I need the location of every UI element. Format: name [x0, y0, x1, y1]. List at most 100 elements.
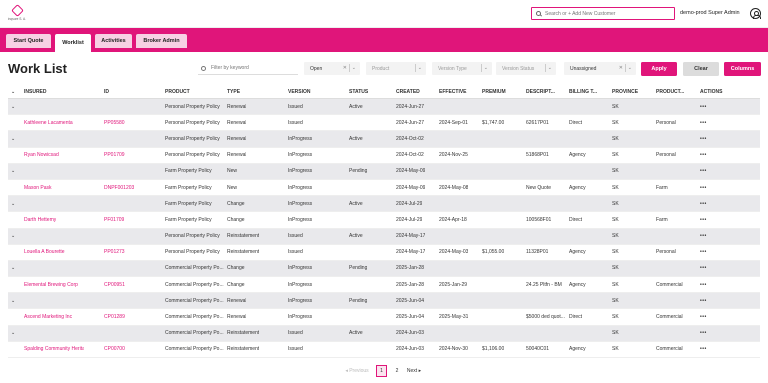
- col-product-line[interactable]: PRODUCT...: [656, 89, 684, 95]
- cell-type: Change: [227, 265, 245, 272]
- cell-premium: $1,055.00: [482, 249, 505, 256]
- expand-row-icon[interactable]: ⌄: [11, 330, 15, 336]
- clear-button[interactable]: Clear: [683, 62, 719, 76]
- page-2-button[interactable]: 2: [392, 365, 402, 377]
- user-name[interactable]: demo-prod Super Admin: [680, 10, 740, 16]
- tab-activities[interactable]: Activities: [95, 34, 132, 48]
- col-status[interactable]: STATUS: [349, 89, 368, 95]
- previous-page-button[interactable]: ◂ Previous: [340, 365, 374, 377]
- col-type[interactable]: TYPE: [227, 89, 240, 95]
- row-actions-menu[interactable]: •••: [700, 265, 707, 271]
- row-actions-menu[interactable]: •••: [700, 314, 707, 320]
- col-effective[interactable]: EFFECTIVE: [439, 89, 467, 95]
- table-row[interactable]: Spalding Community Heritage C... CP00700 C…: [8, 342, 760, 358]
- cell-id[interactable]: CP01289: [104, 314, 125, 320]
- product-filter-select[interactable]: Product ⌄: [366, 62, 426, 75]
- row-actions-menu[interactable]: •••: [700, 217, 707, 223]
- col-premium[interactable]: PREMIUM: [482, 89, 506, 95]
- col-product[interactable]: PRODUCT: [165, 89, 190, 95]
- row-actions-menu[interactable]: •••: [700, 330, 707, 336]
- table-row[interactable]: Ryan Nowicsad PP01709 Personal Property Po…: [8, 148, 760, 164]
- row-actions-menu[interactable]: •••: [700, 152, 707, 158]
- version-row[interactable]: ⌄ Farm Property Policy New InProgress Pendin…: [8, 163, 760, 180]
- row-actions-menu[interactable]: •••: [700, 168, 707, 174]
- version-status-filter-select[interactable]: Version Status ⌄: [496, 62, 556, 75]
- columns-button[interactable]: Columns: [724, 62, 761, 76]
- tab-broker-admin[interactable]: Broker Admin: [136, 34, 187, 48]
- cell-id[interactable]: PP01709: [104, 152, 125, 158]
- table-row[interactable]: Kathleene Lacamenta PP05580 Personal Prope…: [8, 115, 760, 132]
- row-actions-menu[interactable]: •••: [700, 346, 707, 352]
- cell-id[interactable]: PP01273: [104, 249, 125, 255]
- col-province[interactable]: PROVINCE: [612, 89, 638, 95]
- version-row[interactable]: ⌄ Personal Property Policy Renewal InProgre…: [8, 131, 760, 148]
- version-row[interactable]: ⌄ Commercial Property Po... Renewal InProgr…: [8, 293, 760, 310]
- version-row[interactable]: ⌄ Personal Property Policy Renewal Issued Ac…: [8, 99, 760, 116]
- row-actions-menu[interactable]: •••: [700, 298, 707, 304]
- expand-row-icon[interactable]: ⌄: [11, 104, 15, 110]
- page-1-button[interactable]: 1: [376, 365, 387, 377]
- row-actions-menu[interactable]: •••: [700, 201, 707, 207]
- user-avatar-icon[interactable]: [750, 8, 761, 19]
- clear-icon[interactable]: ✕: [343, 65, 347, 71]
- cell-product: Farm Property Policy: [165, 200, 212, 207]
- customer-search[interactable]: [531, 7, 675, 20]
- version-row[interactable]: ⌄ Personal Property Policy Reinstatement Is…: [8, 228, 760, 245]
- status-filter-select[interactable]: Open ✕ ⌄: [304, 62, 360, 75]
- col-created[interactable]: CREATED: [396, 89, 420, 95]
- cell-product: Commercial Property Po...: [165, 314, 224, 321]
- row-actions-menu[interactable]: •••: [700, 249, 707, 255]
- cell-insured[interactable]: Louella A Bourette: [24, 249, 65, 255]
- version-row[interactable]: ⌄ Commercial Property Po... Change InProgre…: [8, 260, 760, 278]
- expand-row-icon[interactable]: ⌄: [11, 136, 15, 142]
- row-actions-menu[interactable]: •••: [700, 185, 707, 191]
- cell-id[interactable]: PP05580: [104, 120, 125, 126]
- app-logo[interactable]: inqsure S. A.: [8, 4, 26, 23]
- cell-insured[interactable]: Ascend Marketing Inc: [24, 314, 72, 320]
- row-actions-menu[interactable]: •••: [700, 120, 707, 126]
- col-version[interactable]: VERSION: [288, 89, 311, 95]
- expand-row-icon[interactable]: ⌄: [11, 233, 15, 239]
- cell-insured[interactable]: Spalding Community Heritage C...: [24, 346, 84, 352]
- next-page-button[interactable]: Next ▸: [403, 365, 425, 377]
- expand-row-icon[interactable]: ⌄: [11, 265, 15, 271]
- apply-button[interactable]: Apply: [641, 62, 677, 76]
- version-row[interactable]: ⌄ Commercial Property Po... Reinstatement I…: [8, 325, 760, 342]
- col-actions: ACTIONS: [700, 88, 723, 95]
- tab-start-quote[interactable]: Start Quote: [6, 34, 51, 48]
- table-row[interactable]: Mason Pask DNPF001203 Farm Property Policy…: [8, 180, 760, 197]
- clear-icon[interactable]: ✕: [619, 65, 623, 71]
- keyword-filter[interactable]: [198, 62, 298, 75]
- cell-id[interactable]: CP00700: [104, 346, 125, 352]
- row-actions-menu[interactable]: •••: [700, 104, 707, 110]
- col-billing-type[interactable]: BILLING T...: [569, 89, 597, 95]
- cell-id[interactable]: PF01709: [104, 217, 124, 223]
- expand-row-icon[interactable]: ⌄: [11, 298, 15, 304]
- keyword-filter-input[interactable]: [211, 65, 291, 71]
- assignee-filter-select[interactable]: Unassigned ✕ ⌄: [564, 62, 636, 75]
- collapse-all-icon[interactable]: ⌄: [11, 89, 15, 95]
- tab-worklist[interactable]: Worklist: [55, 34, 91, 52]
- col-insured[interactable]: INSURED: [24, 89, 47, 95]
- cell-insured[interactable]: Mason Pask: [24, 185, 52, 191]
- table-row[interactable]: Darth Hettemy PF01709 Farm Property Policy…: [8, 212, 760, 229]
- expand-row-icon[interactable]: ⌄: [11, 201, 15, 207]
- cell-insured[interactable]: Elemental Brewing Corp: [24, 282, 78, 288]
- row-actions-menu[interactable]: •••: [700, 233, 707, 239]
- expand-row-icon[interactable]: ⌄: [11, 168, 15, 174]
- version-row[interactable]: ⌄ Farm Property Policy Change InProgress Act…: [8, 196, 760, 213]
- version-type-filter-select[interactable]: Version Type ⌄: [432, 62, 492, 75]
- cell-id[interactable]: CP00951: [104, 282, 125, 288]
- col-description[interactable]: DESCRIPT...: [526, 89, 555, 95]
- customer-search-input[interactable]: [545, 10, 655, 17]
- cell-insured[interactable]: Kathleene Lacamenta: [24, 120, 73, 126]
- col-id[interactable]: ID: [104, 89, 109, 95]
- row-actions-menu[interactable]: •••: [700, 136, 707, 142]
- table-row[interactable]: Ascend Marketing Inc CP01289 Commercial Pr…: [8, 309, 760, 326]
- table-row[interactable]: Louella A Bourette PP01273 Personal Proper…: [8, 245, 760, 261]
- cell-insured[interactable]: Ryan Nowicsad: [24, 152, 59, 158]
- row-actions-menu[interactable]: •••: [700, 282, 707, 288]
- cell-insured[interactable]: Darth Hettemy: [24, 217, 56, 223]
- cell-id[interactable]: DNPF001203: [104, 185, 134, 191]
- table-row[interactable]: Elemental Brewing Corp CP00951 Commercial …: [8, 277, 760, 294]
